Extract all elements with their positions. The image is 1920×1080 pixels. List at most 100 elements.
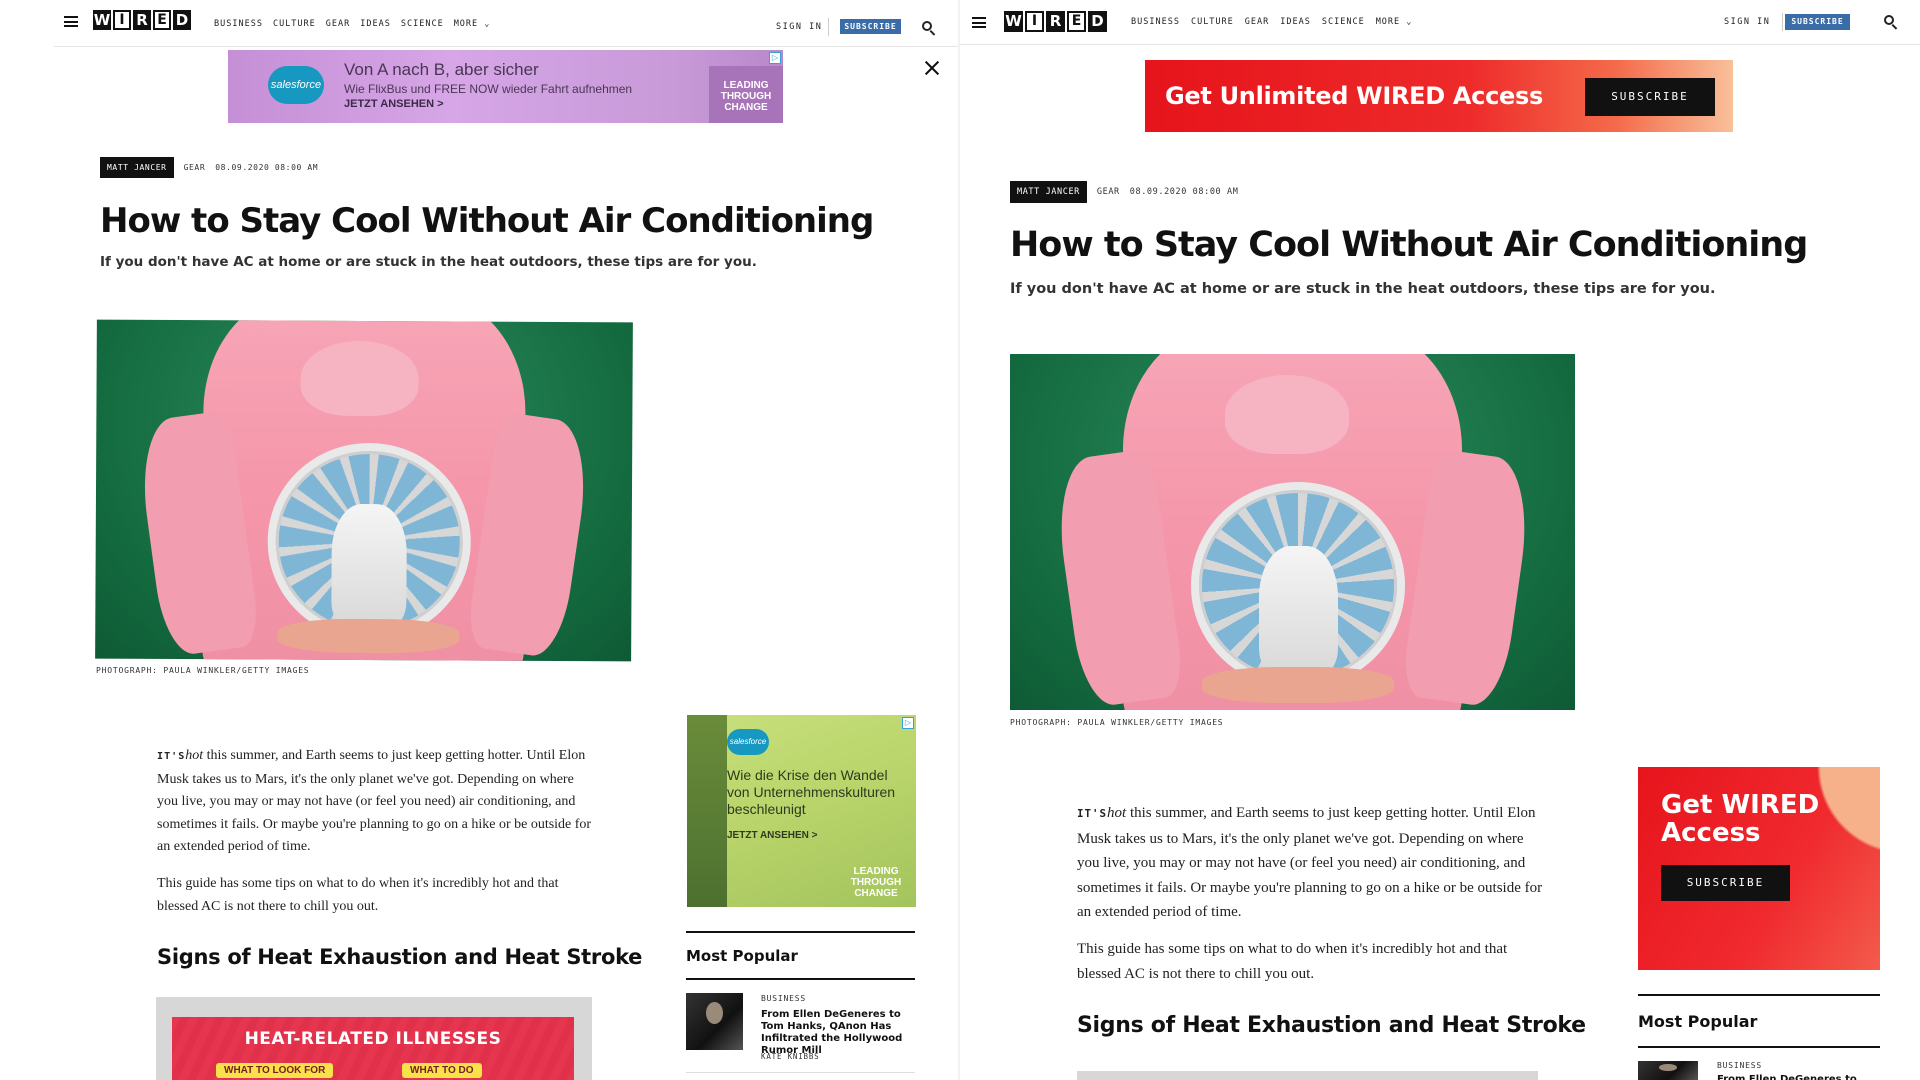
category-label[interactable]: GEAR: [1097, 187, 1120, 197]
subscribe-button[interactable]: SUBSCRIBE: [840, 19, 901, 34]
article-paragraph: This guide has some tips on what to do w…: [1077, 941, 1508, 982]
drop-lead: IT'S: [1077, 807, 1108, 820]
section-heading: Signs of Heat Exhaustion and Heat Stroke: [157, 945, 643, 969]
article-paragraph: IT'Shot this summer, and Earth seems to …: [157, 745, 597, 859]
hero-image: [95, 319, 633, 662]
article-byline: MATT JANCER GEAR 08.09.2020 08:00 AM: [1010, 181, 1238, 203]
nav-link-ideas[interactable]: IDEAS: [1280, 17, 1311, 27]
adchoices-icon[interactable]: ▷: [902, 717, 914, 729]
popular-item-title[interactable]: From Ellen DeGeneres to Tom: [1717, 1074, 1877, 1080]
advertisement-banner[interactable]: salesforce Von A nach B, aber sicher Wie…: [228, 50, 783, 123]
nav-link-business[interactable]: BUSINESS: [1131, 17, 1180, 27]
logo-letter: E: [153, 10, 171, 30]
ad-cta[interactable]: JETZT ANSEHEN >: [344, 98, 444, 110]
list-divider: [686, 1072, 915, 1073]
nav-link-more[interactable]: MORE ⌄: [1376, 17, 1413, 27]
publish-date: 08.09.2020 08:00 AM: [215, 163, 319, 172]
most-popular-rule: [1638, 994, 1880, 996]
nav-link-ideas[interactable]: IDEAS: [360, 19, 391, 29]
nav-more-label: MORE: [1375, 17, 1401, 27]
ad-headline: Wie die Krise den Wandel von Unternehmen…: [727, 767, 896, 817]
photo-credit: PHOTOGRAPH: PAULA WINKLER/GETTY IMAGES: [1010, 718, 1224, 727]
infographic-image-top: [1077, 1071, 1538, 1080]
promo-subscribe-button[interactable]: SUBSCRIBE: [1661, 865, 1790, 901]
adchoices-icon[interactable]: ▷: [769, 52, 781, 64]
infographic-title: HEAT-RELATED ILLNESSES: [244, 1029, 502, 1049]
article-title: How to Stay Cool Without Air Conditionin…: [100, 201, 874, 241]
most-popular-rule: [686, 978, 915, 980]
banner-subscribe-button[interactable]: SUBSCRIBE: [1585, 78, 1715, 116]
nav-link-science[interactable]: SCIENCE: [401, 19, 444, 29]
nav-link-gear[interactable]: GEAR: [1245, 17, 1269, 27]
article-paragraph: This guide has some tips on what to do w…: [157, 876, 559, 914]
nav-separator: [828, 18, 829, 36]
paragraph-text: this summer, and Earth seems to just kee…: [157, 748, 592, 854]
logo-letter: R: [133, 10, 151, 30]
salesforce-logo: salesforce: [268, 66, 324, 104]
publish-date: 08.09.2020 08:00 AM: [1129, 187, 1239, 197]
wired-logo[interactable]: W I R E D: [93, 10, 191, 30]
nav-link-culture[interactable]: CULTURE: [1191, 17, 1234, 27]
subscribe-promo[interactable]: Get WIRED Access SUBSCRIBE: [1638, 767, 1880, 970]
logo-letter: D: [1088, 11, 1107, 32]
category-label[interactable]: GEAR: [184, 163, 206, 172]
close-icon[interactable]: [924, 60, 940, 76]
article-thumbnail[interactable]: [1638, 1061, 1698, 1080]
nav-divider: [54, 46, 958, 47]
most-popular-heading: Most Popular: [686, 947, 798, 965]
article-thumbnail[interactable]: [686, 993, 743, 1050]
most-popular-heading: Most Popular: [1638, 1012, 1758, 1031]
ad-tagline: LEADING THROUGH CHANGE: [850, 866, 902, 899]
drop-lead: IT'S: [157, 751, 186, 762]
section-heading: Signs of Heat Exhaustion and Heat Stroke: [1077, 1013, 1586, 1038]
nav-link-science[interactable]: SCIENCE: [1322, 17, 1365, 27]
article-byline: MATT JANCER GEAR 08.09.2020 08:00 AM: [100, 157, 318, 178]
ad-headline: Von A nach B, aber sicher: [344, 60, 539, 79]
nav-link-gear[interactable]: GEAR: [326, 19, 350, 29]
logo-letter: W: [93, 10, 111, 30]
subscribe-button[interactable]: SUBSCRIBE: [1785, 14, 1850, 30]
sign-in-link[interactable]: SIGN IN: [1724, 17, 1770, 27]
popular-item-author[interactable]: KATE KNIBBS: [761, 1052, 819, 1061]
italic-word: hot: [185, 748, 204, 763]
left-page-view: W I R E D BUSINESS CULTURE GEAR IDEAS SC…: [0, 0, 958, 1080]
wired-logo[interactable]: W I R E D: [1004, 11, 1107, 32]
sidebar-advertisement[interactable]: salesforce Wie die Krise den Wandel von …: [687, 715, 916, 907]
search-icon[interactable]: [922, 21, 936, 36]
search-icon[interactable]: [1884, 15, 1898, 30]
paragraph-text: this summer, and Earth seems to just kee…: [1077, 805, 1543, 920]
nav-link-culture[interactable]: CULTURE: [273, 19, 316, 29]
hero-image: [1010, 354, 1575, 710]
nav-link-business[interactable]: BUSINESS: [214, 19, 263, 29]
article-dek: If you don't have AC at home or are stuc…: [100, 254, 757, 270]
salesforce-logo: salesforce: [727, 729, 769, 755]
main-nav: BUSINESS CULTURE GEAR IDEAS SCIENCE MORE…: [1131, 17, 1412, 27]
popular-item-title[interactable]: From Ellen DeGeneres to Tom Hanks, QAnon…: [761, 1009, 921, 1057]
article-paragraph: IT'Shot this summer, and Earth seems to …: [1077, 801, 1547, 925]
subscribe-banner[interactable]: Get Unlimited WIRED Access SUBSCRIBE: [1145, 60, 1733, 132]
nav-divider: [960, 44, 1920, 45]
popular-item-category[interactable]: BUSINESS: [1717, 1061, 1762, 1070]
promo-headline: Get WIRED Access: [1661, 790, 1820, 848]
ad-tagline: LEADING THROUGH CHANGE: [709, 66, 783, 123]
logo-letter: W: [1004, 11, 1023, 32]
sign-in-link[interactable]: SIGN IN: [776, 22, 822, 32]
article-title: How to Stay Cool Without Air Conditionin…: [1010, 225, 1808, 265]
article-dek: If you don't have AC at home or are stuc…: [1010, 281, 1716, 297]
most-popular-rule: [686, 931, 915, 933]
chevron-down-icon: ⌄: [1406, 17, 1413, 27]
ad-illustration: [687, 715, 727, 907]
popular-item-category[interactable]: BUSINESS: [761, 994, 806, 1003]
logo-letter: R: [1046, 11, 1065, 32]
ad-subline: Wie FlixBus und FREE NOW wieder Fahrt au…: [344, 82, 633, 96]
photo-credit: PHOTOGRAPH: PAULA WINKLER/GETTY IMAGES: [96, 666, 310, 675]
menu-icon[interactable]: [972, 17, 986, 28]
infographic-label: WHAT TO DO: [402, 1063, 482, 1078]
logo-letter: E: [1067, 11, 1086, 32]
author-badge[interactable]: MATT JANCER: [1010, 181, 1087, 203]
banner-headline: Get Unlimited WIRED Access: [1165, 82, 1543, 110]
ad-cta[interactable]: JETZT ANSEHEN >: [727, 830, 817, 841]
nav-link-more[interactable]: MORE ⌄: [454, 19, 491, 29]
author-badge[interactable]: MATT JANCER: [100, 157, 174, 178]
menu-icon[interactable]: [64, 16, 78, 27]
